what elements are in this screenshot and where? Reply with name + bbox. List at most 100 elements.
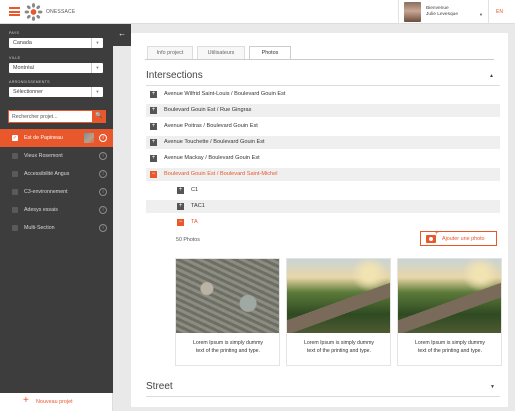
add-photo-label: Ajouter une photo xyxy=(442,236,485,242)
ville-select[interactable]: Montréal ▼ xyxy=(9,63,103,73)
intersections-title[interactable]: Intersections xyxy=(146,70,203,81)
tab-utilisateurs[interactable]: Utilisateurs xyxy=(197,46,245,59)
arrondissements-label: ARRONDISSEMENTS xyxy=(9,80,50,84)
tab-info-project[interactable]: Info project xyxy=(147,46,193,59)
top-bar: ONESSACE Bienvenue Julie Levesque ▼ EN xyxy=(0,0,515,24)
info-icon[interactable]: i xyxy=(99,188,107,196)
photo-card[interactable]: Lorem Ipsum is simply dummy text of the … xyxy=(397,258,502,366)
arrondissements-value: Sélectionner xyxy=(13,89,43,95)
photo-caption: Lorem Ipsum is simply dummy text of the … xyxy=(293,339,385,355)
photo-image[interactable] xyxy=(398,259,501,333)
photo-count: 50 Photos xyxy=(176,237,200,243)
checkbox-icon[interactable] xyxy=(12,153,18,159)
intersection-label: Avenue Wilfrid Saint-Louis / Boulevard G… xyxy=(164,91,286,97)
greeting-username: Julie Levesque xyxy=(426,11,459,17)
intersection-row[interactable]: + Avenue Poitras / Boulevard Gouin Est xyxy=(146,120,500,133)
add-photo-button[interactable]: + Ajouter une photo xyxy=(420,231,497,246)
info-icon[interactable]: i xyxy=(99,134,107,142)
tab-photos[interactable]: Photos xyxy=(249,46,291,59)
chevron-down-icon: ▼ xyxy=(91,38,103,48)
user-greeting[interactable]: Bienvenue Julie Levesque xyxy=(426,6,458,17)
plus-icon: + xyxy=(23,395,29,406)
checkbox-icon[interactable] xyxy=(12,225,18,231)
project-item-multi-section[interactable]: Multi-Section i xyxy=(0,219,113,237)
caption-line: Lorem Ipsum is simply dummy xyxy=(414,340,486,346)
info-icon[interactable]: i xyxy=(99,224,107,232)
intersection-label: Boulevard Gouin Est / Rue Gingras xyxy=(164,107,252,113)
intersection-row[interactable]: + Avenue Wilfrid Saint-Louis / Boulevard… xyxy=(146,88,500,101)
intersection-label: Boulevard Gouin Est / Boulevard Saint-Mi… xyxy=(164,171,278,177)
project-label: Est de Papineau xyxy=(24,135,63,141)
expand-plus-icon[interactable]: + xyxy=(150,155,157,162)
intersection-label: Avenue Poitras / Boulevard Gouin Est xyxy=(164,123,258,129)
ville-value: Montréal xyxy=(13,65,34,71)
project-item-c3-environnement[interactable]: C3-environnement i xyxy=(0,183,113,201)
hamburger-menu-icon[interactable] xyxy=(9,7,20,17)
arrondissements-select[interactable]: Sélectionner ▼ xyxy=(9,87,103,97)
expand-plus-icon[interactable]: + xyxy=(177,203,184,210)
search-icon[interactable]: 🔍 xyxy=(92,110,106,123)
project-item-est-de-papineau[interactable]: ✓ Est de Papineau i xyxy=(0,129,113,147)
expand-down-icon[interactable]: ▼ xyxy=(490,384,495,390)
caption-line: text of the printing and type. xyxy=(195,348,261,354)
new-project-button[interactable]: + Nouveau projet xyxy=(0,393,113,411)
street-title[interactable]: Street xyxy=(146,381,173,392)
photo-image[interactable] xyxy=(287,259,390,333)
section-divider xyxy=(146,396,500,397)
divider xyxy=(398,0,399,24)
ville-label: VILLE xyxy=(9,56,21,60)
info-icon[interactable]: i xyxy=(99,170,107,178)
project-label: C3-environnement xyxy=(24,189,68,195)
collapse-minus-icon[interactable]: − xyxy=(177,219,184,226)
sidebar: PAYS Canada ▼ VILLE Montréal ▼ ARRONDISS… xyxy=(0,24,113,411)
info-icon[interactable]: i xyxy=(99,206,107,214)
project-label: Vieux Rosemont xyxy=(24,153,63,159)
project-item-adesys-essais[interactable]: Adesys essais i xyxy=(0,201,113,219)
photo-caption: Lorem Ipsum is simply dummy text of the … xyxy=(404,339,496,355)
intersection-label: Avenue Mackay / Boulevard Gouin Est xyxy=(164,155,260,161)
photo-caption: Lorem Ipsum is simply dummy text of the … xyxy=(182,339,274,355)
new-project-label: Nouveau projet xyxy=(36,399,73,405)
intersection-row[interactable]: + Boulevard Gouin Est / Rue Gingras xyxy=(146,104,500,117)
avatar[interactable] xyxy=(404,2,421,22)
intersection-row-expanded[interactable]: − Boulevard Gouin Est / Boulevard Saint-… xyxy=(146,168,500,181)
expand-plus-icon[interactable]: + xyxy=(150,123,157,130)
pays-value: Canada xyxy=(13,40,32,46)
photo-card[interactable]: Lorem Ipsum is simply dummy text of the … xyxy=(175,258,280,366)
user-menu-caret-icon[interactable]: ▼ xyxy=(479,12,483,17)
intersection-row[interactable]: + Avenue Touchette / Boulevard Gouin Est xyxy=(146,136,500,149)
checkbox-icon[interactable] xyxy=(12,189,18,195)
divider xyxy=(488,0,489,24)
expand-plus-icon[interactable]: + xyxy=(150,139,157,146)
info-icon[interactable]: i xyxy=(99,152,107,160)
sub-row-tac1[interactable]: + TAC1 xyxy=(146,200,500,213)
sub-row-c1[interactable]: + C1 xyxy=(146,184,500,197)
tab-divider xyxy=(145,59,494,60)
project-thumbnail xyxy=(84,133,94,143)
expand-plus-icon[interactable]: + xyxy=(150,91,157,98)
checkbox-icon[interactable] xyxy=(12,207,18,213)
chevron-down-icon: ▼ xyxy=(91,87,103,97)
photo-card[interactable]: Lorem Ipsum is simply dummy text of the … xyxy=(286,258,391,366)
project-item-vieux-rosemont[interactable]: Vieux Rosemont i xyxy=(0,147,113,165)
collapse-sidebar-arrow-icon[interactable]: ← xyxy=(113,24,131,46)
language-switch[interactable]: EN xyxy=(496,9,503,15)
chevron-down-icon: ▼ xyxy=(91,63,103,73)
checkbox-icon[interactable] xyxy=(12,171,18,177)
checkbox-checked-icon[interactable]: ✓ xyxy=(12,135,18,141)
project-search-input[interactable]: Rechercher projet... 🔍 xyxy=(8,110,106,123)
collapse-minus-icon[interactable]: − xyxy=(150,171,157,178)
intersection-label: Avenue Touchette / Boulevard Gouin Est xyxy=(164,139,265,145)
project-item-accessibilite-angus[interactable]: Accessibilité Angus i xyxy=(0,165,113,183)
project-label: Accessibilité Angus xyxy=(24,171,70,177)
collapse-up-icon[interactable]: ▲ xyxy=(489,73,494,79)
intersection-row[interactable]: + Avenue Mackay / Boulevard Gouin Est xyxy=(146,152,500,165)
photo-image[interactable] xyxy=(176,259,279,333)
sub-row-ta[interactable]: − TA xyxy=(146,216,500,229)
expand-plus-icon[interactable]: + xyxy=(177,187,184,194)
sub-row-label: TAC1 xyxy=(191,203,205,209)
expand-plus-icon[interactable]: + xyxy=(150,107,157,114)
pays-select[interactable]: Canada ▼ xyxy=(9,38,103,48)
project-label: Multi-Section xyxy=(24,225,55,231)
section-divider xyxy=(146,85,500,86)
